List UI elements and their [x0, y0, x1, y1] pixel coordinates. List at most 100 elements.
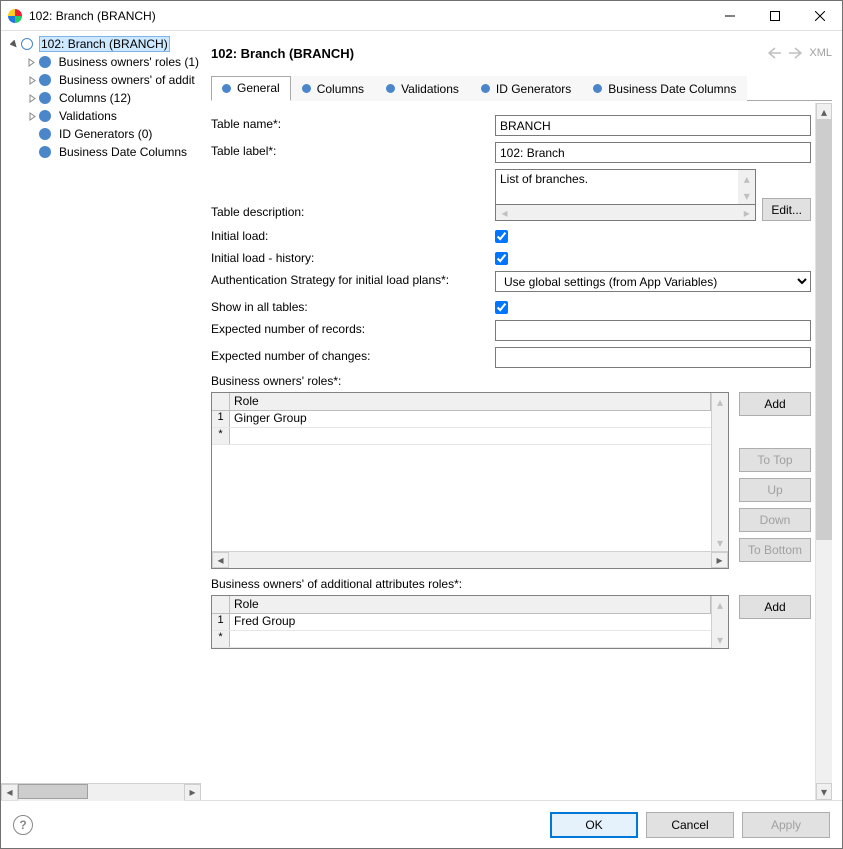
tab-general[interactable]: General	[211, 76, 291, 101]
initial-load-checkbox[interactable]	[495, 230, 508, 243]
role-cell-empty[interactable]	[230, 428, 711, 444]
scroll-up-icon[interactable]: ▴	[816, 103, 832, 120]
scroll-right-icon[interactable]: ▸	[711, 552, 728, 568]
scroll-left-icon[interactable]: ◂	[212, 552, 229, 568]
grid-col-role[interactable]: Role	[230, 393, 711, 410]
add-button[interactable]: Add	[739, 595, 811, 619]
cancel-button[interactable]: Cancel	[646, 812, 734, 838]
add-button[interactable]: Add	[739, 392, 811, 416]
table-row[interactable]: 1 Ginger Group	[212, 411, 711, 428]
show-all-checkbox[interactable]	[495, 301, 508, 314]
nav-back-icon[interactable]	[767, 45, 783, 61]
tab-label: Business Date Columns	[608, 82, 736, 96]
expected-changes-input[interactable]	[495, 347, 811, 368]
grid-col-role[interactable]: Role	[230, 596, 711, 613]
window-close-button[interactable]	[797, 1, 842, 30]
grid-hscroll[interactable]: ◂ ▸	[212, 551, 728, 568]
owners-roles-grid[interactable]: Role 1 Ginger Group	[211, 392, 729, 569]
tab-dot-icon	[593, 84, 602, 93]
expand-icon[interactable]	[25, 55, 39, 69]
tree-item[interactable]: ▸ Business Date Columns	[3, 143, 201, 161]
table-label-label: Table label*:	[211, 142, 495, 158]
form-area: Table name*: Table label*: Table descrip…	[211, 101, 815, 800]
expand-icon[interactable]	[7, 37, 21, 51]
expected-records-input[interactable]	[495, 320, 811, 341]
ok-button[interactable]: OK	[550, 812, 638, 838]
tree-item[interactable]: Validations	[3, 107, 201, 125]
table-desc-textarea[interactable]: List of branches.	[496, 170, 738, 202]
node-icon	[39, 74, 51, 86]
tab-business-date-columns[interactable]: Business Date Columns	[582, 76, 747, 101]
textarea-vscroll[interactable]: ▴▾	[738, 170, 755, 204]
scroll-left-icon[interactable]: ◂	[496, 205, 513, 220]
table-row-new[interactable]: *	[212, 631, 711, 648]
tree-item[interactable]: Business owners' of addit	[3, 71, 201, 89]
window-title: 102: Branch (BRANCH)	[29, 9, 707, 23]
grid-corner	[212, 596, 230, 613]
row-number: 1	[212, 411, 230, 427]
nav-forward-icon[interactable]	[787, 45, 803, 61]
scroll-up-icon[interactable]: ▴	[738, 170, 755, 187]
initial-load-history-checkbox[interactable]	[495, 252, 508, 265]
expand-icon[interactable]	[25, 73, 39, 87]
row-new-marker: *	[212, 428, 230, 444]
row-number: 1	[212, 614, 230, 630]
tree-item[interactable]: Columns (12)	[3, 89, 201, 107]
owners-roles-label: Business owners' roles*:	[211, 374, 811, 388]
tree-item[interactable]: Business owners' roles (1)	[3, 53, 201, 71]
table-name-input[interactable]	[495, 115, 811, 136]
node-icon	[39, 92, 51, 104]
totop-button[interactable]: To Top	[739, 448, 811, 472]
help-icon[interactable]: ?	[13, 815, 33, 835]
role-cell[interactable]: Ginger Group	[230, 411, 711, 427]
tab-label: ID Generators	[496, 82, 571, 96]
table-name-label: Table name*:	[211, 115, 495, 131]
apply-button[interactable]: Apply	[742, 812, 830, 838]
role-cell-empty[interactable]	[230, 631, 711, 647]
scroll-left-icon[interactable]: ◂	[1, 784, 18, 801]
up-button[interactable]: Up	[739, 478, 811, 502]
tree-root[interactable]: 102: Branch (BRANCH)	[3, 35, 201, 53]
down-button[interactable]: Down	[739, 508, 811, 532]
page-title: 102: Branch (BRANCH)	[211, 46, 763, 61]
expected-records-label: Expected number of records:	[211, 320, 495, 336]
scroll-right-icon[interactable]: ▸	[738, 205, 755, 220]
scroll-up-icon[interactable]: ▴	[712, 596, 728, 613]
table-row[interactable]: 1 Fred Group	[212, 614, 711, 631]
tree-item-label: ID Generators (0)	[57, 127, 154, 141]
edit-button[interactable]: Edit...	[762, 198, 811, 221]
expand-icon[interactable]	[25, 91, 39, 105]
scroll-track[interactable]	[18, 784, 184, 801]
owners-additional-roles-label: Business owners' of additional attribute…	[211, 577, 811, 591]
tab-dot-icon	[386, 84, 395, 93]
role-cell[interactable]: Fred Group	[230, 614, 711, 630]
grid-vscroll[interactable]: ▴ ▾	[711, 596, 728, 648]
sidebar-hscrollbar[interactable]: ◂ ▸	[1, 783, 201, 800]
owners-additional-roles-grid[interactable]: Role 1 Fred Group	[211, 595, 729, 649]
form-vscrollbar[interactable]: ▴ ▾	[815, 103, 832, 800]
tree-item[interactable]: ▸ ID Generators (0)	[3, 125, 201, 143]
tobottom-button[interactable]: To Bottom	[739, 538, 811, 562]
scroll-down-icon[interactable]: ▾	[738, 187, 755, 204]
tab-validations[interactable]: Validations	[375, 76, 470, 101]
scroll-down-icon[interactable]: ▾	[712, 534, 728, 551]
auth-strategy-select[interactable]: Use global settings (from App Variables)	[495, 271, 811, 292]
scroll-up-icon[interactable]: ▴	[712, 393, 728, 410]
xml-link[interactable]: XML	[809, 47, 832, 59]
scroll-down-icon[interactable]: ▾	[816, 783, 832, 800]
scroll-thumb[interactable]	[816, 120, 832, 540]
node-icon	[39, 128, 51, 140]
table-row-new[interactable]: *	[212, 428, 711, 445]
scroll-thumb[interactable]	[18, 784, 88, 799]
main-panel: 102: Branch (BRANCH) XML General Columns…	[201, 31, 842, 800]
tab-id-generators[interactable]: ID Generators	[470, 76, 582, 101]
window-minimize-button[interactable]	[707, 1, 752, 30]
table-label-input[interactable]	[495, 142, 811, 163]
scroll-down-icon[interactable]: ▾	[712, 631, 728, 648]
scroll-right-icon[interactable]: ▸	[184, 784, 201, 801]
window-maximize-button[interactable]	[752, 1, 797, 30]
tab-columns[interactable]: Columns	[291, 76, 375, 101]
expand-icon[interactable]	[25, 109, 39, 123]
row-new-marker: *	[212, 631, 230, 647]
grid-vscroll[interactable]: ▴ ▾	[711, 393, 728, 551]
